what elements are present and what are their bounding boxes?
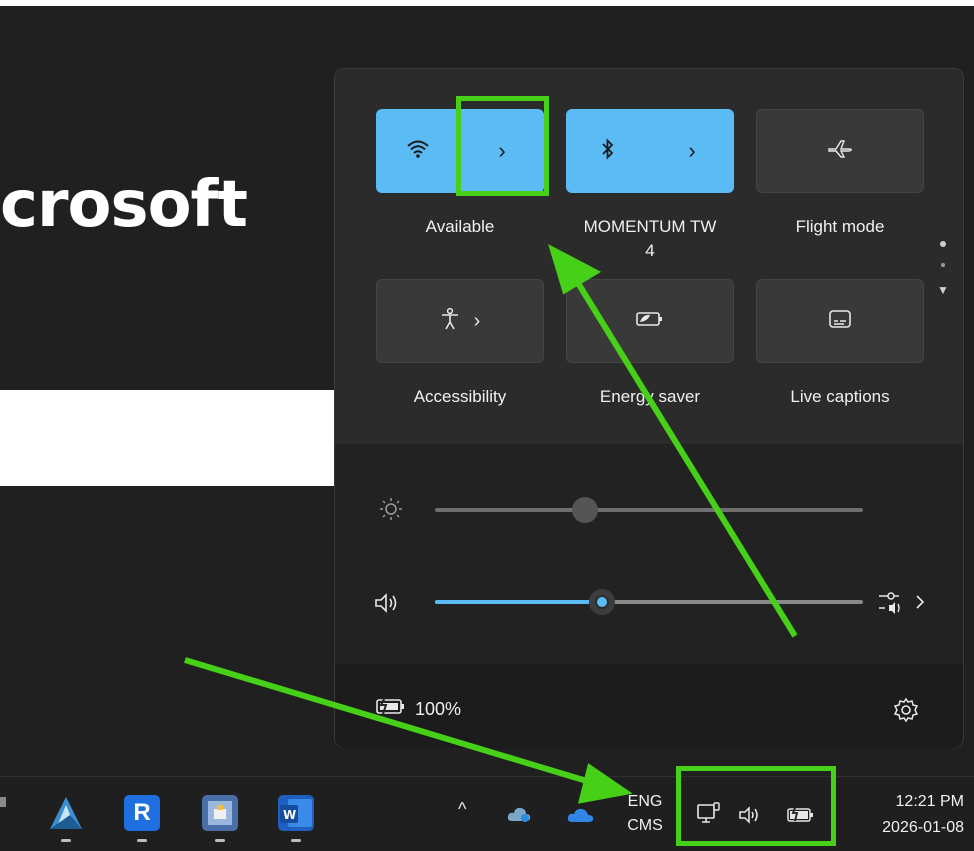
running-indicator — [215, 839, 225, 842]
cloud-sync-icon[interactable] — [506, 803, 534, 830]
battery-percentage[interactable]: 100% — [415, 699, 461, 720]
accessibility-tile[interactable]: › — [376, 279, 544, 363]
volume-slider-fill — [435, 600, 602, 604]
arc-app-icon[interactable] — [48, 795, 84, 831]
clock-date[interactable]: 2026-01-08 — [844, 817, 964, 839]
page-dot[interactable] — [941, 263, 945, 267]
speaker-icon[interactable] — [373, 591, 399, 621]
annotation-box-tray-icons — [676, 766, 836, 846]
page-dot-active[interactable] — [940, 241, 946, 247]
accessibility-label: Accessibility — [413, 387, 507, 406]
running-indicator — [137, 839, 147, 842]
bluetooth-label: MOMENTUM TW 4 — [583, 217, 717, 260]
quick-settings-panel: › Available › MOMENTUM TW 4 Flight mode — [334, 68, 964, 748]
energy-saver-label: Energy saver — [599, 387, 701, 406]
bluetooth-chevron-button[interactable]: › — [650, 109, 734, 193]
wifi-toggle[interactable] — [376, 109, 460, 193]
wifi-label: Available — [425, 217, 495, 236]
background-title: crosoft — [0, 168, 248, 242]
language-indicator-line2[interactable]: CMS — [620, 815, 670, 837]
word-app-icon[interactable]: W — [278, 795, 314, 831]
volume-slider-thumb[interactable] — [588, 589, 615, 615]
live-captions-icon — [828, 309, 852, 334]
bluetooth-toggle[interactable] — [566, 109, 650, 193]
desktop: crosoft › Available › MOMENTUM TW 4 Flig… — [0, 0, 974, 851]
bluetooth-tile[interactable]: › — [566, 109, 734, 193]
annotation-box-wifi-chevron — [456, 96, 549, 196]
files-app-icon[interactable] — [202, 795, 238, 831]
show-hidden-icons-chevron-icon[interactable]: ^ — [458, 799, 466, 820]
chevron-right-icon: › — [688, 138, 696, 163]
audio-mixer-icon[interactable] — [877, 587, 929, 625]
battery-charging-icon[interactable] — [375, 695, 409, 723]
live-captions-label: Live captions — [790, 387, 890, 406]
flight-mode-tile[interactable] — [756, 109, 924, 193]
accessibility-icon — [440, 307, 460, 336]
wifi-icon — [406, 139, 430, 164]
running-indicator — [61, 839, 71, 842]
energy-saver-icon — [635, 310, 665, 333]
flight-mode-label: Flight mode — [795, 217, 885, 236]
clock-time[interactable]: 12:21 PM — [844, 791, 964, 813]
taskbar-edge-mark — [0, 797, 6, 807]
energy-saver-tile[interactable] — [566, 279, 734, 363]
r-letter: R — [133, 799, 151, 826]
bluetooth-icon — [600, 137, 616, 165]
brightness-slider[interactable] — [435, 508, 863, 512]
onedrive-icon[interactable] — [566, 805, 596, 830]
r-app-icon[interactable]: R — [124, 795, 160, 831]
live-captions-tile[interactable] — [756, 279, 924, 363]
airplane-icon — [827, 138, 853, 165]
brightness-icon — [379, 497, 403, 527]
scroll-down-icon[interactable]: ▼ — [937, 283, 949, 297]
gear-icon[interactable] — [893, 697, 919, 729]
background-white-band — [0, 390, 340, 486]
brightness-slider-thumb[interactable] — [571, 497, 598, 523]
running-indicator — [291, 839, 301, 842]
svg-text:W: W — [283, 808, 296, 822]
chevron-right-icon: › — [473, 309, 481, 332]
quick-settings-sliders-area — [335, 444, 963, 664]
language-indicator-line1[interactable]: ENG — [620, 791, 670, 813]
